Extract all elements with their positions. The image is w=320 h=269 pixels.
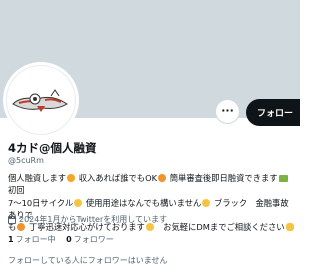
bio-text: お気軽にDMまでご相談ください (154, 222, 285, 233)
followers-label: フォロワー (73, 235, 114, 244)
thumbs-up-emoji-icon (285, 223, 294, 232)
bio-text: 初回 (8, 185, 25, 196)
calendar-icon (8, 215, 16, 224)
avatar[interactable] (6, 65, 76, 135)
following-link[interactable]: 1 フォロー中 (8, 235, 56, 244)
emoji-icon (67, 174, 76, 182)
emoji-icon (74, 198, 83, 207)
display-name: 4カド@個人融資 (8, 141, 97, 155)
bio-text: 個人融資します (8, 173, 67, 183)
bio-text: 使用用途はなんでも構いません (83, 197, 202, 208)
followers-count: 0 (66, 235, 72, 244)
emoji-icon (158, 174, 167, 182)
following-label: フォロー中 (15, 235, 56, 244)
more-icon: ··· (221, 103, 234, 117)
following-count: 1 (8, 235, 14, 244)
follow-stats: 1 フォロー中 0 フォロワー (8, 234, 122, 245)
avatar-image (12, 89, 68, 112)
handle: @5cuRm (8, 156, 44, 165)
join-date: 2024年1月からTwitterを利用しています (8, 214, 167, 225)
bio-text: 収入あれば誰でもOK (76, 173, 158, 183)
followers-link[interactable]: 0 フォロワー (66, 235, 114, 244)
follow-button[interactable]: フォロー (246, 99, 300, 126)
money-emoji-icon (278, 175, 288, 182)
join-date-text: 2024年1月からTwitterを利用しています (19, 215, 168, 224)
more-button[interactable]: ··· (215, 99, 240, 124)
bio-text: 簡単審査後即日融資できます (167, 173, 278, 183)
avatar-frame (3, 62, 79, 138)
bio-text: 7〜10日サイクル (8, 197, 74, 208)
followers-you-know-note: フォローしている人にフォロワーはいません (8, 256, 168, 265)
emoji-icon (202, 198, 211, 207)
